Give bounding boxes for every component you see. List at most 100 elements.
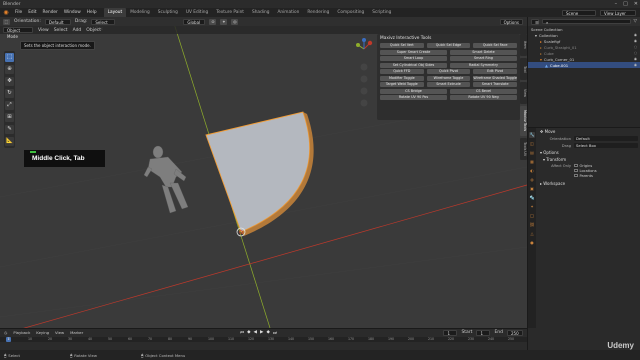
jump-start-icon[interactable]: ⏮ (240, 330, 244, 336)
options-dropdown[interactable]: Options (499, 18, 523, 25)
menu-render[interactable]: Render (40, 10, 61, 15)
wireframe-toggle-button[interactable]: Wireframe Toggle (426, 75, 471, 81)
quick-ffd-button[interactable]: Quick FFD (380, 69, 424, 74)
play-icon[interactable]: ▶ (260, 330, 263, 336)
menu-object[interactable]: Object (86, 28, 101, 33)
menu-window[interactable]: Window (61, 10, 84, 15)
select-box-icon[interactable]: ⬚ (5, 53, 14, 62)
menu-add[interactable]: Add (73, 28, 82, 33)
modifier-properties-icon[interactable]: 🔩 (529, 195, 535, 201)
outliner-search-input[interactable]: ⌕ (542, 19, 631, 25)
tab-shading[interactable]: Shading (248, 8, 273, 17)
menu-view[interactable]: View (55, 330, 64, 335)
cursor-icon[interactable]: ⊕ (5, 65, 14, 74)
current-frame-field[interactable]: 1 (443, 330, 458, 336)
tab-rendering[interactable]: Rendering (303, 8, 333, 17)
visibility-eye-icon[interactable]: ◉ (634, 39, 637, 43)
annotate-icon[interactable]: ✎ (5, 125, 14, 134)
particles-properties-icon[interactable]: ✦ (529, 204, 535, 210)
tab-animation[interactable]: Animation (273, 8, 303, 17)
maximize-icon[interactable]: □ (623, 1, 628, 7)
jump-end-icon[interactable]: ⏭ (273, 330, 277, 336)
close-icon[interactable]: ✕ (634, 1, 638, 7)
play-reverse-icon[interactable]: ◀ (254, 330, 257, 336)
end-frame-field[interactable]: 250 (507, 330, 523, 336)
menu-view[interactable]: View (38, 28, 49, 33)
checkbox[interactable] (574, 168, 578, 173)
smart-extrude-button[interactable]: Smart Extrude (426, 82, 471, 87)
physics-properties-icon[interactable]: ◯ (529, 213, 535, 219)
visibility-eye-icon[interactable]: ◌ (634, 51, 637, 55)
start-frame-field[interactable]: 1 (476, 330, 491, 336)
next-key-icon[interactable]: ◆ (266, 330, 269, 336)
drag-dropdown[interactable]: Select Box (91, 18, 116, 31)
menu-edit[interactable]: Edit (25, 10, 39, 15)
snap-icon[interactable]: ⌖ (220, 18, 228, 25)
visibility-eye-icon[interactable]: ◌ (634, 45, 637, 49)
options-section[interactable]: ▾ Options (538, 149, 638, 156)
target-weld-toggle-button[interactable]: Target Weld Toggle (380, 82, 424, 87)
quick-sel-edge-button[interactable]: Quick Sel Edge (426, 43, 471, 48)
visibility-eye-icon[interactable]: ◉ (634, 33, 637, 37)
tab-scripting[interactable]: Scripting (368, 8, 395, 17)
constraints-properties-icon[interactable]: ⛓ (529, 222, 535, 228)
menu-select[interactable]: Select (54, 28, 68, 33)
tool-properties-icon[interactable]: 🔧 (529, 132, 535, 138)
data-properties-icon[interactable]: △ (529, 231, 535, 237)
orientation-row-dropdown[interactable]: Default (574, 136, 638, 141)
navigation-gizmo[interactable] (352, 37, 376, 117)
checkbox[interactable] (574, 173, 578, 178)
proportional-edit-icon[interactable]: ◎ (231, 18, 239, 25)
smart-ring-button[interactable]: Smart Ring (450, 56, 517, 61)
visibility-eye-icon[interactable]: ◉ (634, 63, 637, 67)
select-tool-icon[interactable]: ⬚ (3, 18, 10, 25)
workspace-section[interactable]: ▸ Workspace (538, 180, 638, 187)
object-properties-icon[interactable]: ▣ (529, 186, 535, 192)
menu-keying[interactable]: Keying (36, 330, 49, 335)
cs-bridge-button[interactable]: CS Bridge (380, 88, 447, 94)
rotate-uv-90-pos-button[interactable]: Rotate UV 90 Pos (380, 95, 447, 100)
quick-sel-vert-button[interactable]: Quick Sel Vert (380, 43, 424, 48)
display-mode-icon[interactable]: ☰ (531, 18, 539, 25)
tab-compositing[interactable]: Compositing (333, 8, 368, 17)
checkbox[interactable] (574, 163, 578, 168)
edit-pivot-button[interactable]: Edit Pivot (473, 69, 517, 74)
cs-bevel-button[interactable]: CS Bevel (450, 88, 517, 94)
tab-item[interactable]: Item (520, 34, 527, 56)
radial-symmetry-button[interactable]: Radial Symmetry (450, 62, 517, 68)
tab-uv-editing[interactable]: UV Editing (182, 8, 212, 17)
outliner-row-cube-001[interactable]: ▲ Cube.001 ◉ (528, 62, 640, 68)
scene-selector[interactable]: Scene (562, 9, 596, 16)
orientation-dropdown[interactable]: Default (44, 18, 71, 25)
scale-icon[interactable]: ⤢ (5, 101, 14, 110)
visibility-eye-icon[interactable]: ◉ (634, 57, 637, 61)
view-layer-selector[interactable]: View Layer (600, 9, 636, 16)
transform-icon[interactable]: ⊞ (5, 113, 14, 122)
menu-help[interactable]: Help (84, 10, 100, 15)
tab-tool[interactable]: Tool (520, 58, 527, 80)
quick-sel-face-button[interactable]: Quick Sel Face (473, 43, 517, 48)
modifier-toggle-button[interactable]: Modifier Toggle (380, 75, 424, 81)
blender-logo-icon[interactable]: ◉ (2, 9, 10, 17)
tab-modeling[interactable]: Modeling (126, 8, 154, 17)
world-properties-icon[interactable]: ◍ (529, 177, 535, 183)
transform-orientation-dropdown[interactable]: Global (183, 18, 206, 25)
curb-corner-mesh[interactable] (205, 111, 311, 233)
transform-section[interactable]: ▾ Transform (538, 156, 638, 163)
drag-row-dropdown[interactable]: Select Box (574, 143, 638, 148)
tab-sculpting[interactable]: Sculpting (154, 8, 182, 17)
smart-delete-button[interactable]: Smart Delete (450, 49, 517, 55)
smart-loop-button[interactable]: Smart Loop (380, 56, 447, 61)
rotate-uv-90-neg-button[interactable]: Rotate UV 90 Neg (450, 95, 517, 100)
material-properties-icon[interactable]: ● (529, 240, 535, 246)
smart-translate-button[interactable]: Smart Translate (473, 82, 517, 87)
quick-pivot-button[interactable]: Quick Pivot (426, 69, 471, 74)
move-icon[interactable]: ✥ (5, 77, 14, 86)
filter-icon[interactable]: ▽ (634, 19, 637, 24)
menu-playback[interactable]: Playback (13, 330, 30, 335)
tab-tools-uv[interactable]: Tools UV (520, 138, 527, 160)
render-properties-icon[interactable]: ◫ (529, 141, 535, 147)
measure-icon[interactable]: 📐 (5, 137, 14, 146)
pivot-icon[interactable]: ⊙ (209, 18, 217, 25)
scene-properties-icon[interactable]: ◐ (529, 168, 535, 174)
